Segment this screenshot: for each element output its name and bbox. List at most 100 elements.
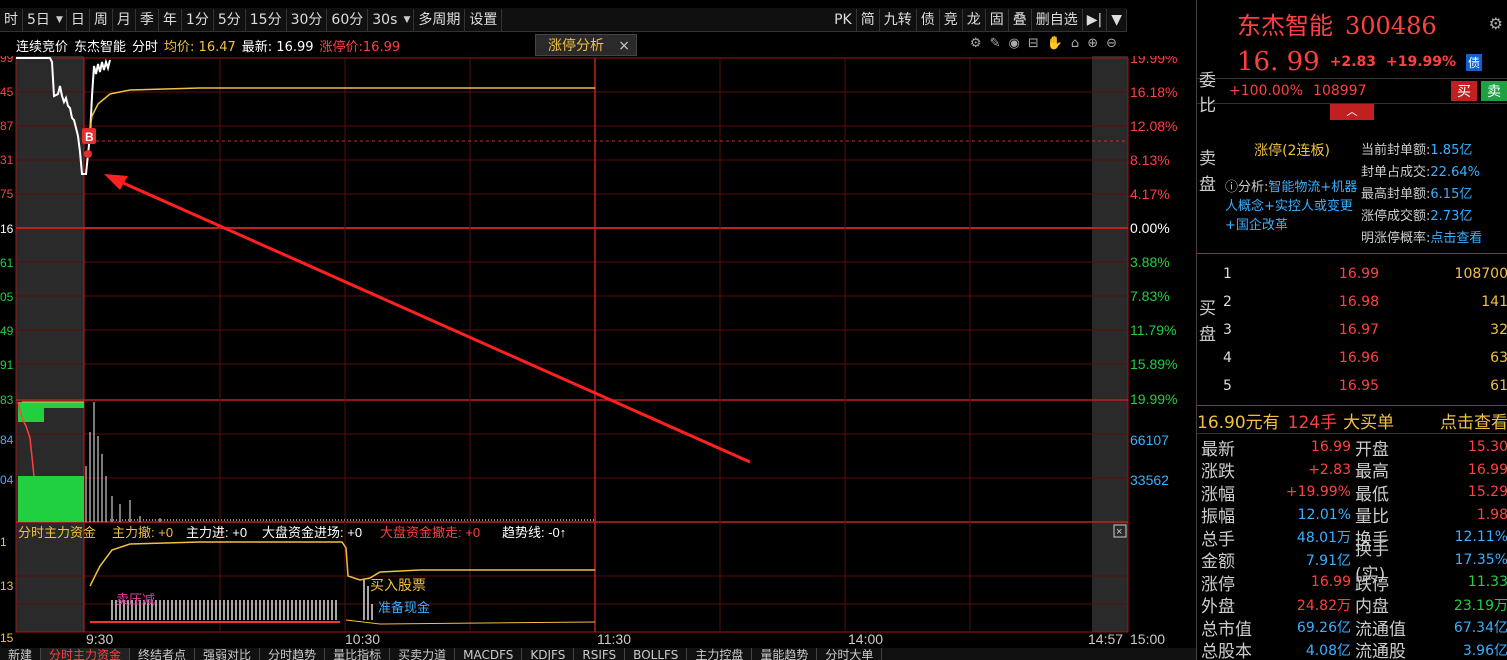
big-order-price: 16.90元有 [1197,413,1280,433]
gear-icon[interactable]: ⚙ [970,36,982,51]
remove-watchlist-button[interactable]: 删自选 [1032,8,1083,31]
pin-button[interactable]: 固 [986,8,1009,31]
orderbook-row[interactable]: 1 16.99 108700 [1219,260,1507,288]
pk-button[interactable]: PK [830,8,857,31]
tab-macdfs[interactable]: MACDFS [455,648,523,660]
stock-code: 300486 [1345,12,1437,40]
gear-icon[interactable]: ⚙ [1489,14,1503,33]
period-month[interactable]: 月 [113,8,136,31]
period-day[interactable]: 日 [67,8,90,31]
stat-label: 涨停 [1201,574,1235,595]
indicator-main-in: 主力进: +0 [186,525,247,540]
price-row: 16. 99 +2.83 +19.99% 债 [1197,46,1507,78]
chevron-down-icon[interactable]: ▼ [1107,8,1127,31]
stat-label: 明涨停概率: [1361,231,1431,246]
tab-main-capital[interactable]: 分时主力资金 [41,648,131,660]
bond-button[interactable]: 债 [917,8,940,31]
orderbook-row[interactable]: 5 16.95 61 [1219,372,1507,400]
dragon-button[interactable]: 龙 [963,8,986,31]
lock-icon[interactable]: ⊟ [1028,36,1039,51]
sell-pressure-label: 卖压减 [116,592,155,607]
settings-button[interactable]: 设置 [465,8,503,31]
stat-label: 流通股 [1355,642,1406,660]
svg-text:16.18%: 16.18% [1130,84,1177,100]
tab-rsifs[interactable]: RSIFS [574,648,626,660]
period-week[interactable]: 周 [90,8,113,31]
annotation-arrow [111,176,751,464]
orderbook-row[interactable]: 4 16.96 63 [1219,344,1507,372]
overlay-button[interactable]: 叠 [1009,8,1032,31]
tab-bollfs[interactable]: BOLLFS [625,648,688,660]
stats-table: 最新 16.99 开盘 15.30 涨跌 +2.83 最高 16.99 涨幅 +19.99% 最… [1197,436,1507,660]
tab-new[interactable]: 新建 [0,648,42,660]
right-axis: 19.99% 16.18% 12.08% 8.13% 4.17% 0.00% 3… [1130,56,1177,488]
stat-value: 69.26亿 [1296,620,1351,637]
stat-label: 当前封单额: [1361,143,1431,158]
big-order-row: 16.90元有 124手 大买单 点击查看 [1197,408,1507,434]
period-minute[interactable]: 时 [0,8,23,31]
period-5day[interactable]: 5日 [23,8,67,31]
period-year[interactable]: 年 [159,8,182,31]
big-order-link[interactable]: 点击查看 [1440,408,1507,433]
buy-label: 买盘 [1199,299,1216,345]
order-ratio-label: 委比 [1199,71,1216,116]
nine-turn-button[interactable]: 九转 [880,8,917,31]
simple-button[interactable]: 简 [857,8,880,31]
tab-big-orders[interactable]: 分时大单 [817,648,883,660]
view-link[interactable]: 点击查看 [1430,231,1482,246]
svg-text:75: 75 [0,187,14,201]
indicator-main-out: 主力撤: +0 [112,525,173,540]
stat-label: 金额 [1201,552,1235,573]
indicator-market-out: 大盘资金撤走: +0 [380,525,480,540]
limit-up-title: 涨停(2连板) [1254,143,1330,159]
close-icon[interactable]: × [1116,526,1122,538]
collapse-toggle[interactable]: ︿ [1197,104,1507,122]
svg-text:4.17%: 4.17% [1130,186,1170,202]
tab-volume-trend[interactable]: 量能趋势 [752,648,818,660]
multi-period-button[interactable]: 多周期 [414,8,466,31]
period-5min[interactable]: 5分 [214,8,246,31]
tab-strength[interactable]: 强弱对比 [195,648,261,660]
stock-name: 东杰智能 [1237,12,1333,40]
latest-price: 最新: 16.99 [241,39,314,55]
pen-icon[interactable]: ✎ [990,36,1001,51]
tab-limit-analysis[interactable]: 涨停分析 × [535,34,637,56]
svg-text:9:30: 9:30 [86,631,113,647]
stat-value: 23.19万 [1453,597,1507,614]
indicator-title[interactable]: 分时主力资金 [18,525,96,540]
stats-row: 涨幅 +19.99% 最低 15.29 [1197,481,1507,505]
sell-button[interactable]: 卖 [1481,81,1507,101]
stat-value: 1.98 [1476,506,1507,523]
bond-badge[interactable]: 债 [1466,53,1483,71]
period-30min[interactable]: 30分 [287,8,328,31]
tab-buy-sell-force[interactable]: 买卖力道 [390,648,456,660]
eye-icon[interactable]: ◉ [1008,36,1019,51]
close-icon[interactable]: × [618,35,630,57]
period-quarter[interactable]: 季 [136,8,159,31]
orderbook-row[interactable]: 3 16.97 32 [1219,316,1507,344]
tab-volume-ratio[interactable]: 量比指标 [325,648,391,660]
intraday-chart[interactable]: B 分时主力资金 主力撤: +0 主力进: +0 大盘资金进场: +0 大盘资金… [0,56,1190,660]
period-30s[interactable]: 30s [368,8,415,31]
period-60min[interactable]: 60分 [327,8,369,31]
quote-panel: 东杰智能 300486 ⚙ 16. 99 +2.83 +19.99% 债 委比 +… [1196,0,1507,660]
tab-trend[interactable]: 分时趋势 [260,648,326,660]
arrow-right-icon[interactable]: ▶| [1083,8,1108,31]
buy-button[interactable]: 买 [1451,81,1477,101]
auction-button[interactable]: 竞 [940,8,963,31]
indicator-market-in: 大盘资金进场: +0 [262,525,362,540]
chevron-up-icon[interactable]: ︿ [1330,104,1374,120]
period-15min[interactable]: 15分 [246,8,287,31]
level: 3 [1223,322,1232,338]
zoom-in-icon[interactable]: ⊕ [1087,36,1098,51]
hand-icon[interactable]: ✋ [1047,36,1063,51]
zoom-out-icon[interactable]: ⊖ [1106,36,1117,51]
unlock-icon[interactable]: ⌂ [1071,36,1079,51]
tab-kdjfs[interactable]: KDJFS [522,648,575,660]
period-1min[interactable]: 1分 [182,8,214,31]
tab-control[interactable]: 主力控盘 [687,648,753,660]
svg-text:0.00%: 0.00% [1130,220,1170,236]
orderbook-row[interactable]: 2 16.98 141 [1219,288,1507,316]
volume-bars-white [85,402,161,522]
tab-terminator[interactable]: 终结者点 [130,648,196,660]
